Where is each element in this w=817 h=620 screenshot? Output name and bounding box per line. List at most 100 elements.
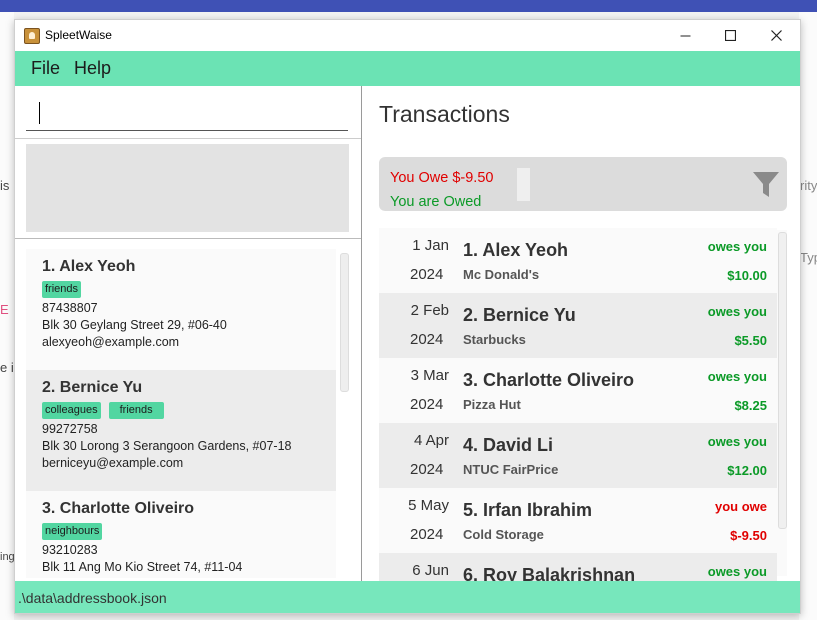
background-top-strip: [0, 0, 817, 12]
transaction-description: Starbucks: [463, 332, 526, 347]
person-phone: 87438807: [42, 301, 98, 315]
transaction-day-month: 6 Jun: [412, 562, 449, 579]
transaction-day-month: 4 Apr: [413, 432, 449, 449]
tag: colleagues: [42, 402, 101, 419]
transaction-description: NTUC FairPrice: [463, 462, 559, 477]
person-phone: 99272758: [42, 422, 98, 436]
transaction-person: 3. Charlotte Oliveiro: [463, 370, 635, 390]
tag-list: neighbours: [42, 523, 103, 540]
transaction-row[interactable]: 1 Jan 2024 1. Alex Yeoh Mc Donald's owes…: [379, 228, 777, 293]
transactions-title: Transactions: [379, 101, 510, 127]
maximize-icon: [724, 30, 736, 41]
menu-bar: File Help: [15, 51, 800, 86]
transaction-day-month: 1 Jan: [412, 237, 449, 254]
text-caret: [39, 102, 40, 124]
background-text: E: [0, 302, 9, 317]
background-text: ing: [0, 551, 15, 563]
person-name: 3. Charlotte Oliveiro: [42, 500, 195, 517]
person-phone: 93210283: [42, 543, 98, 557]
transaction-status: owes you: [707, 304, 767, 319]
command-result-box: [26, 144, 349, 232]
transaction-status: you owe: [714, 499, 767, 514]
divider: [15, 138, 361, 139]
transaction-description: Pizza Hut: [463, 397, 521, 412]
close-button[interactable]: [753, 20, 799, 51]
transaction-row[interactable]: 6 Jun 6. Roy Balakrishnan owes you: [379, 553, 777, 581]
person-card[interactable]: 1. Alex Yeoh friends 87438807 Blk 30 Gey…: [26, 249, 336, 370]
transaction-list-scrollbar-track[interactable]: [777, 230, 787, 576]
transaction-row[interactable]: 4 Apr 2024 4. David Li NTUC FairPrice ow…: [379, 423, 777, 488]
transaction-year: 2024: [410, 266, 444, 283]
transaction-person: 4. David Li: [463, 435, 554, 455]
transaction-list-scrollbar[interactable]: [778, 232, 787, 529]
title-bar[interactable]: SpleetWaise: [15, 20, 800, 51]
person-email: berniceyu@example.com: [42, 456, 184, 470]
person-card[interactable]: 3. Charlotte Oliveiro neighbours 9321028…: [26, 491, 336, 578]
transaction-person: 5. Irfan Ibrahim: [463, 500, 593, 520]
transaction-status: owes you: [707, 239, 767, 254]
close-icon: [770, 30, 782, 41]
search-input[interactable]: [26, 95, 348, 131]
transaction-description: Mc Donald's: [463, 267, 540, 282]
transaction-year: 2024: [410, 461, 444, 478]
transaction-description: Cold Storage: [463, 527, 544, 542]
menu-help[interactable]: Help: [74, 58, 111, 79]
tag: friends: [108, 402, 164, 419]
transaction-amount: $12.00: [727, 463, 767, 478]
transaction-amount: $5.50: [734, 333, 767, 348]
transaction-day-month: 3 Mar: [410, 367, 449, 384]
person-list-scrollbar[interactable]: [340, 253, 349, 392]
save-file-path: .\data\addressbook.json: [18, 590, 167, 606]
minimize-icon: [680, 35, 690, 36]
transaction-list[interactable]: 1 Jan 2024 1. Alex Yeoh Mc Donald's owes…: [379, 228, 777, 581]
tag: neighbours: [42, 523, 103, 540]
transaction-pane: Transactions You Owe $-9.50 You are Owed…: [362, 86, 800, 581]
background-text: e i: [0, 360, 14, 375]
transaction-row[interactable]: 5 May 2024 5. Irfan Ibrahim Cold Storage…: [379, 488, 777, 553]
person-address: Blk 30 Geylang Street 29, #06-40: [42, 318, 227, 332]
transaction-person: 6. Roy Balakrishnan: [463, 565, 636, 581]
summary-scrollbar[interactable]: [517, 168, 530, 201]
transaction-person: 1. Alex Yeoh: [463, 240, 569, 260]
divider: [15, 238, 361, 239]
transaction-amount: $-9.50: [730, 528, 767, 543]
transaction-person: 2. Bernice Yu: [463, 305, 576, 325]
you-owe-total: You Owe $-9.50: [390, 170, 494, 186]
filter-icon[interactable]: [753, 172, 779, 197]
person-card[interactable]: 2. Bernice Yu colleagues friends 9927275…: [26, 370, 336, 491]
transaction-status: owes you: [707, 564, 767, 579]
you-are-owed-total: You are Owed: [390, 194, 482, 210]
minimize-button[interactable]: [662, 20, 708, 51]
tag-list: colleagues friends: [42, 402, 164, 419]
transaction-status: owes you: [707, 369, 767, 384]
transaction-year: 2024: [410, 331, 444, 348]
person-name: 1. Alex Yeoh: [42, 258, 136, 275]
person-address: Blk 11 Ang Mo Kio Street 74, #11-04: [42, 560, 243, 574]
balance-summary: You Owe $-9.50 You are Owed: [379, 157, 787, 211]
maximize-button[interactable]: [707, 20, 753, 51]
menu-file[interactable]: File: [31, 58, 60, 79]
transaction-row[interactable]: 2 Feb 2024 2. Bernice Yu Starbucks owes …: [379, 293, 777, 358]
person-email: alexyeoh@example.com: [42, 335, 180, 349]
app-window: SpleetWaise File Help 1. Alex Yeoh frien…: [14, 19, 801, 614]
person-pane: 1. Alex Yeoh friends 87438807 Blk 30 Gey…: [15, 86, 361, 581]
transaction-year: 2024: [410, 396, 444, 413]
transaction-amount: $10.00: [727, 268, 767, 283]
person-name: 2. Bernice Yu: [42, 379, 143, 396]
transaction-amount: $8.25: [734, 398, 767, 413]
transaction-row[interactable]: 3 Mar 2024 3. Charlotte Oliveiro Pizza H…: [379, 358, 777, 423]
background-text: Typ: [800, 250, 817, 265]
status-bar: .\data\addressbook.json: [15, 581, 800, 613]
transaction-status: owes you: [707, 434, 767, 449]
app-icon: [24, 28, 40, 44]
background-text: is: [0, 178, 10, 193]
background-text: rity: [800, 178, 817, 193]
window-title: SpleetWaise: [45, 28, 112, 42]
transaction-day-month: 2 Feb: [410, 302, 449, 319]
tag: friends: [42, 281, 82, 298]
background-right-window: [799, 12, 817, 620]
tag-list: friends: [42, 281, 82, 298]
person-address: Blk 30 Lorong 3 Serangoon Gardens, #07-1…: [42, 439, 292, 453]
transaction-day-month: 5 May: [408, 497, 449, 514]
person-list[interactable]: 1. Alex Yeoh friends 87438807 Blk 30 Gey…: [26, 249, 336, 578]
